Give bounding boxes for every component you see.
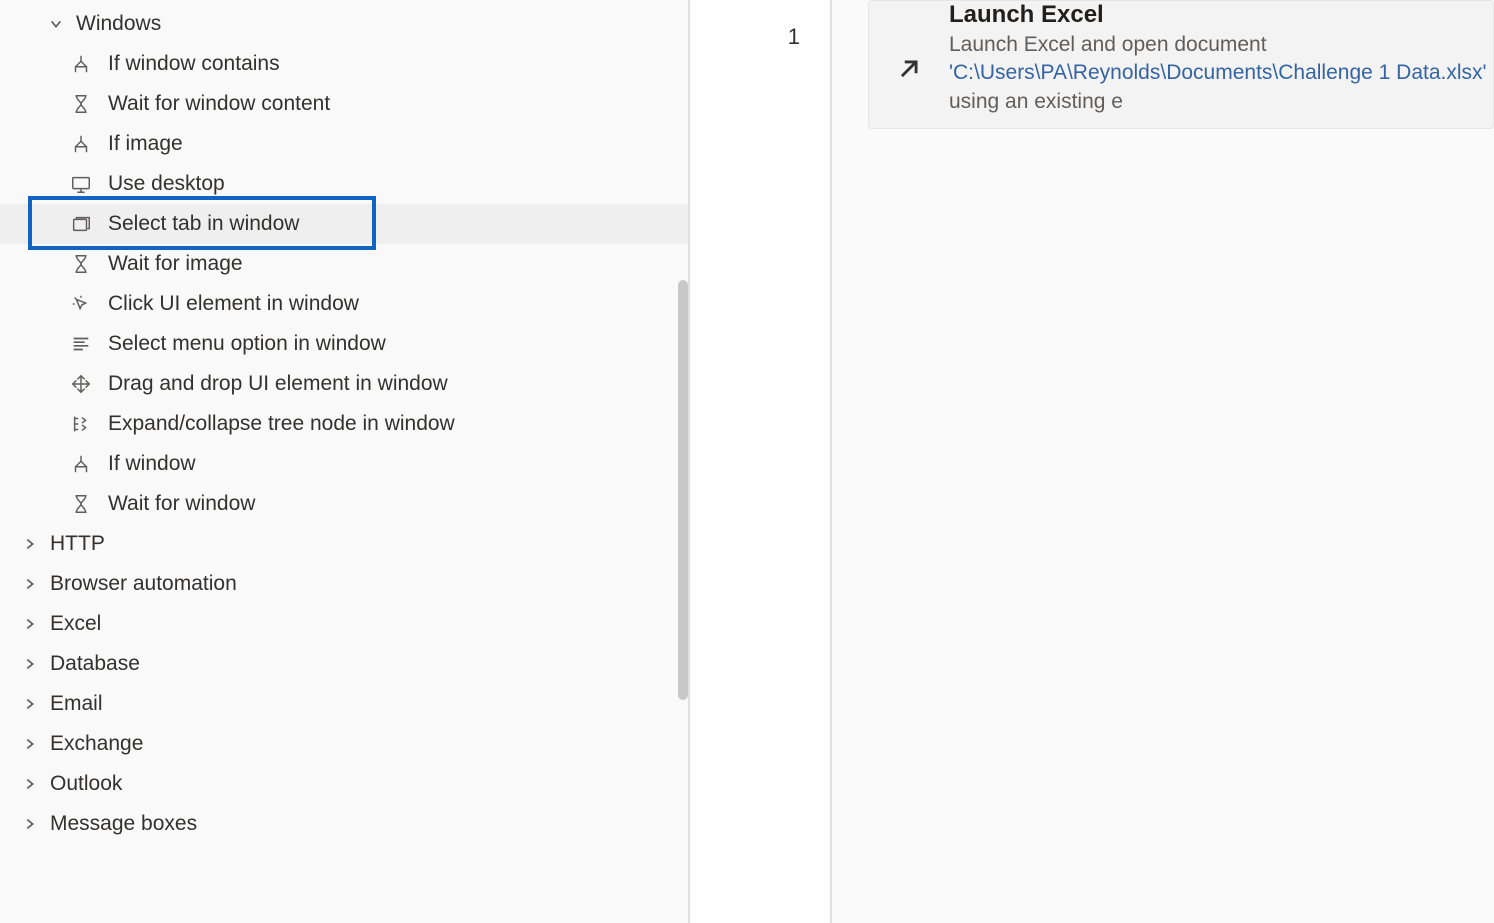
flow-step-launch-excel[interactable]: Launch Excel Launch Excel and open docum… — [868, 0, 1494, 129]
action-select-menu-option[interactable]: Select menu option in window — [0, 324, 688, 364]
line-number: 1 — [788, 24, 800, 50]
category-label: Browser automation — [50, 572, 237, 596]
action-label: Select tab in window — [108, 212, 299, 236]
chevron-right-icon — [22, 576, 38, 592]
category-database[interactable]: Database — [0, 644, 688, 684]
action-drag-drop-ui-element[interactable]: Drag and drop UI element in window — [0, 364, 688, 404]
category-windows[interactable]: Windows — [0, 4, 688, 44]
action-wait-window-content[interactable]: Wait for window content — [0, 84, 688, 124]
category-http[interactable]: HTTP — [0, 524, 688, 564]
chevron-right-icon — [22, 696, 38, 712]
actions-tree-pane: Windows If window contains Wait for wind… — [0, 0, 690, 923]
action-select-tab-in-window[interactable]: Select tab in window — [0, 204, 688, 244]
category-label: HTTP — [50, 532, 105, 556]
chevron-right-icon — [22, 776, 38, 792]
chevron-right-icon — [22, 736, 38, 752]
action-if-window-contains[interactable]: If window contains — [0, 44, 688, 84]
action-label: Expand/collapse tree node in window — [108, 412, 455, 436]
category-exchange[interactable]: Exchange — [0, 724, 688, 764]
hourglass-icon — [70, 253, 92, 275]
category-outlook[interactable]: Outlook — [0, 764, 688, 804]
tree-expand-icon — [70, 413, 92, 435]
branch-icon — [70, 53, 92, 75]
category-label: Message boxes — [50, 812, 197, 836]
branch-icon — [70, 453, 92, 475]
step-subtitle: Launch Excel and open document 'C:\Users… — [949, 31, 1493, 116]
step-sub-filepath: 'C:\Users\PA\Reynolds\Documents\Challeng… — [949, 61, 1487, 84]
action-use-desktop[interactable]: Use desktop — [0, 164, 688, 204]
chevron-right-icon — [22, 616, 38, 632]
category-label: Email — [50, 692, 103, 716]
category-label: Excel — [50, 612, 101, 636]
category-label: Exchange — [50, 732, 143, 756]
action-expand-collapse-tree-node[interactable]: Expand/collapse tree node in window — [0, 404, 688, 444]
chevron-right-icon — [22, 656, 38, 672]
action-label: If window — [108, 452, 196, 476]
action-label: Click UI element in window — [108, 292, 359, 316]
step-sub-before: Launch Excel and open document — [949, 33, 1267, 56]
chevron-right-icon — [22, 816, 38, 832]
step-title: Launch Excel — [949, 1, 1493, 29]
action-if-window[interactable]: If window — [0, 444, 688, 484]
action-wait-for-image[interactable]: Wait for image — [0, 244, 688, 284]
action-wait-for-window[interactable]: Wait for window — [0, 484, 688, 524]
desktop-icon — [70, 173, 92, 195]
line-number-gutter: 1 — [690, 0, 832, 923]
action-if-image[interactable]: If image — [0, 124, 688, 164]
action-label: Use desktop — [108, 172, 225, 196]
category-message-boxes[interactable]: Message boxes — [0, 804, 688, 844]
action-label: Wait for window — [108, 492, 255, 516]
drag-icon — [70, 373, 92, 395]
actions-scrollbar[interactable] — [678, 280, 688, 700]
cursor-click-icon — [70, 293, 92, 315]
step-sub-after: using an existing e — [949, 90, 1123, 113]
category-email[interactable]: Email — [0, 684, 688, 724]
chevron-right-icon — [22, 536, 38, 552]
chevron-down-icon — [48, 16, 64, 32]
action-label: Wait for image — [108, 252, 243, 276]
hourglass-icon — [70, 93, 92, 115]
action-label: Wait for window content — [108, 92, 330, 116]
category-browser-automation[interactable]: Browser automation — [0, 564, 688, 604]
action-label: Drag and drop UI element in window — [108, 372, 448, 396]
flow-designer-pane: Launch Excel Launch Excel and open docum… — [832, 0, 1494, 923]
hourglass-icon — [70, 493, 92, 515]
action-click-ui-element[interactable]: Click UI element in window — [0, 284, 688, 324]
action-label: Select menu option in window — [108, 332, 386, 356]
menu-lines-icon — [70, 333, 92, 355]
branch-icon — [70, 133, 92, 155]
tabs-icon — [70, 213, 92, 235]
category-label: Outlook — [50, 772, 122, 796]
launch-icon — [869, 1, 949, 116]
category-label: Database — [50, 652, 140, 676]
action-label: If image — [108, 132, 183, 156]
action-label: If window contains — [108, 52, 280, 76]
category-excel[interactable]: Excel — [0, 604, 688, 644]
category-label: Windows — [76, 12, 161, 36]
